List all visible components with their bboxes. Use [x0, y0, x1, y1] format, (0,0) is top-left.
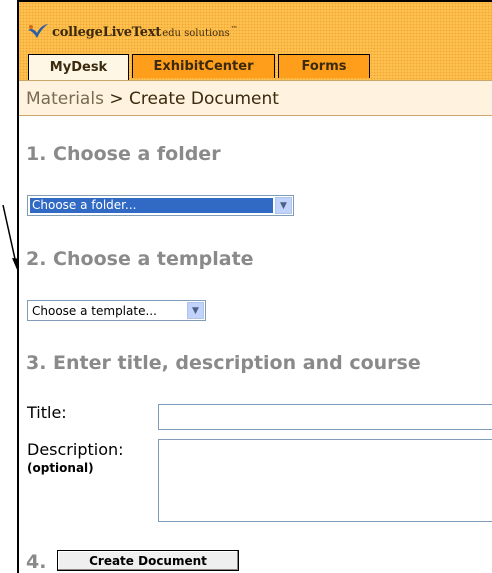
template-select-value: Choose a template... [32, 303, 157, 318]
checkmark-logo-icon [28, 24, 48, 38]
breadcrumb-current: Create Document [128, 89, 279, 109]
folder-select-value: Choose a folder... [30, 198, 273, 213]
main-tabs: MyDesk ExhibitCenter Forms [28, 54, 373, 80]
breadcrumb: Materials > Create Document [19, 80, 492, 116]
tab-forms-label: Forms [301, 59, 347, 74]
chevron-down-icon: ▼ [275, 197, 292, 214]
chevron-down-icon: ▼ [187, 302, 204, 319]
logo-main-text: collegeLiveText [52, 24, 162, 40]
step-2-heading: 2. Choose a template [26, 248, 254, 270]
tab-exhibitcenter[interactable]: ExhibitCenter [132, 54, 275, 78]
create-document-button[interactable]: Create Document [57, 550, 239, 571]
template-select[interactable]: Choose a template... ▼ [27, 300, 206, 321]
create-document-button-label: Create Document [89, 553, 207, 568]
college-livetext-logo: collegeLiveText edu solutions ™ [27, 21, 238, 43]
breadcrumb-separator: > [103, 89, 129, 109]
step-3-heading: 3. Enter title, description and course [26, 352, 421, 374]
title-label: Title: [27, 403, 67, 422]
step-4-heading: 4. [26, 551, 47, 573]
tab-mydesk-label: MyDesk [49, 60, 108, 75]
tab-exhibitcenter-label: ExhibitCenter [153, 59, 254, 74]
title-field[interactable] [158, 404, 492, 430]
logo-sub-text: edu solutions [162, 27, 230, 39]
header-bar: collegeLiveText edu solutions ™ MyDesk E… [19, 2, 492, 80]
breadcrumb-materials-link[interactable]: Materials [26, 89, 104, 109]
logo-tm: ™ [230, 25, 238, 33]
tab-forms[interactable]: Forms [278, 54, 370, 78]
breadcrumb-text: Materials > Create Document [26, 89, 279, 109]
description-label: Description: [27, 440, 124, 459]
description-optional-note: (optional) [27, 461, 94, 475]
step-1-heading: 1. Choose a folder [26, 143, 221, 165]
tab-mydesk[interactable]: MyDesk [28, 54, 129, 80]
app-frame: collegeLiveText edu solutions ™ MyDesk E… [17, 0, 492, 573]
folder-select[interactable]: Choose a folder... ▼ [27, 195, 294, 216]
description-field[interactable] [158, 439, 492, 522]
